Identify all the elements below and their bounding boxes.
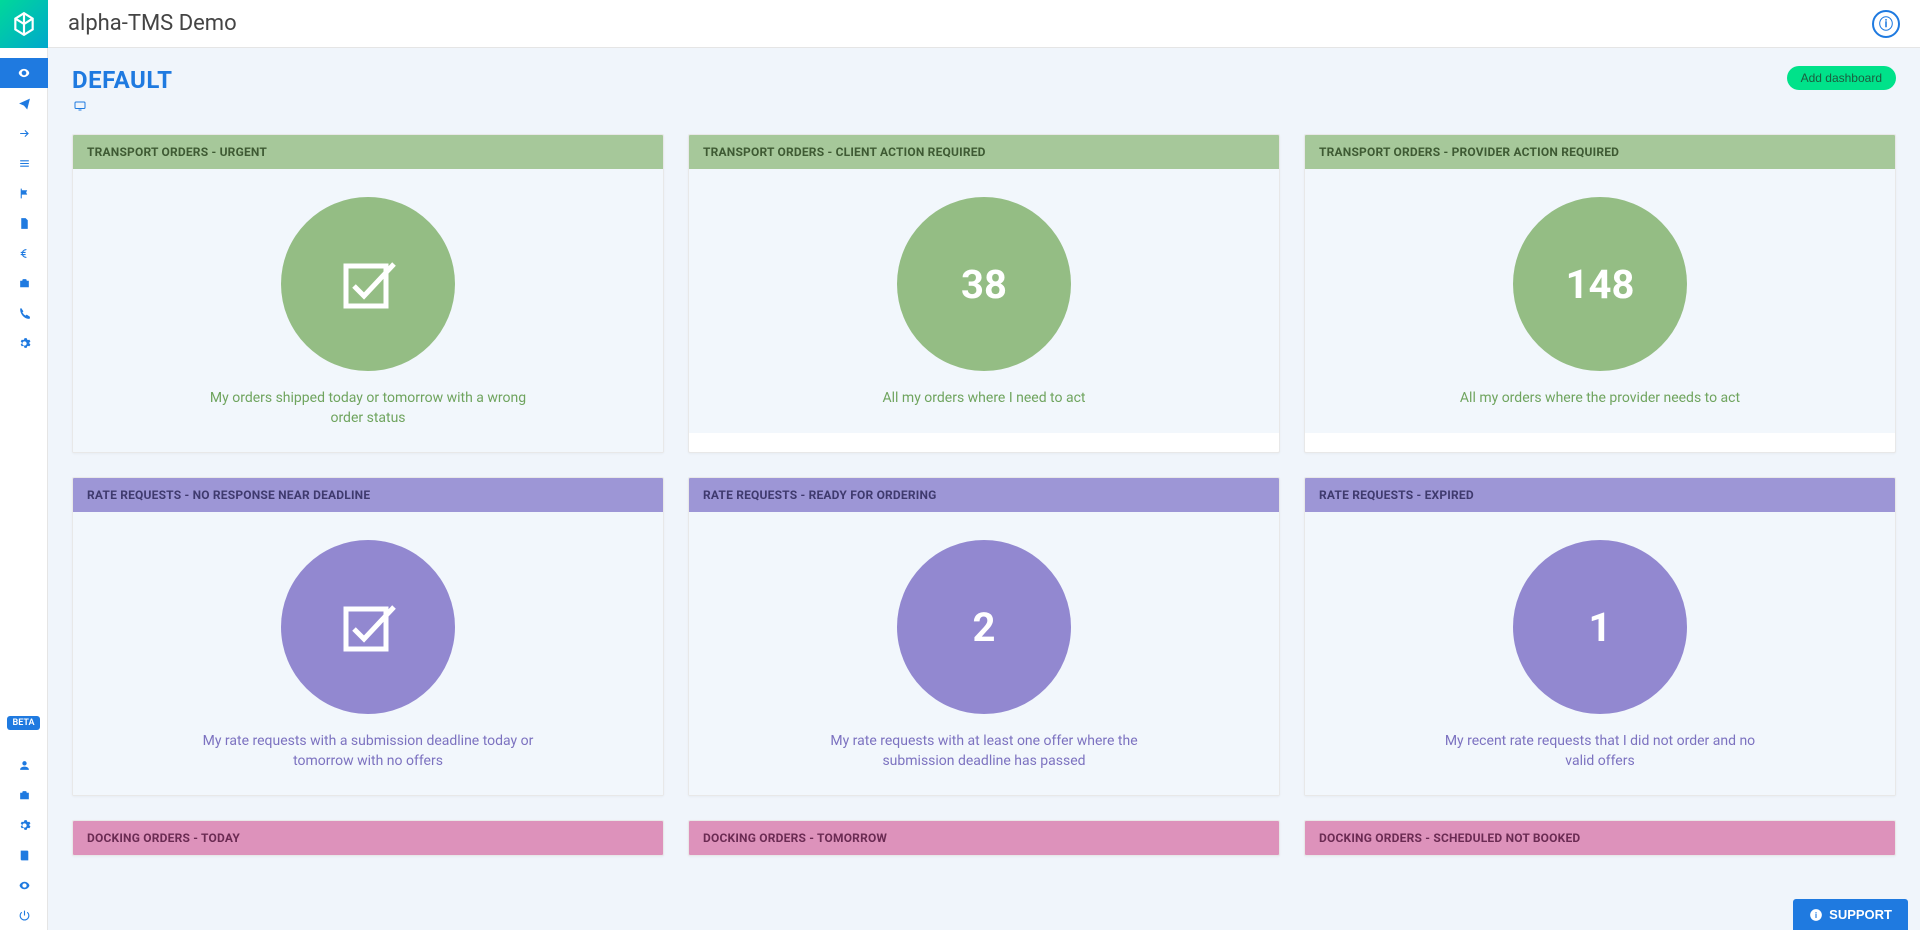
topbar: alpha-TMS Demo ⓘ	[48, 0, 1920, 48]
dashboard-card[interactable]: TRANSPORT ORDERS - CLIENT ACTION REQUIRE…	[688, 134, 1280, 453]
dashboard-card[interactable]: RATE REQUESTS - READY FOR ORDERING 2 My …	[688, 477, 1280, 796]
power-icon	[18, 909, 31, 922]
paper-plane-icon	[18, 97, 31, 110]
sidebar-item-eye2[interactable]	[0, 870, 48, 900]
sidebar-item-send[interactable]	[0, 88, 48, 118]
dashboard-card[interactable]: DOCKING ORDERS - TOMORROW	[688, 820, 1280, 856]
page-title: DEFAULT	[72, 66, 173, 94]
beta-badge: BETA	[7, 716, 41, 730]
phone-icon	[18, 307, 31, 320]
sidebar-nav-bottom	[0, 750, 47, 930]
sidebar-item-phone[interactable]	[0, 298, 48, 328]
sidebar-nav-top	[0, 58, 47, 358]
tv-icon[interactable]	[72, 100, 173, 116]
sidebar-item-power[interactable]	[0, 900, 48, 930]
card-value: 2	[973, 604, 996, 651]
sidebar: BETA	[0, 0, 48, 930]
file-icon	[18, 217, 31, 230]
logo-cube-icon	[11, 11, 37, 37]
sidebar-item-briefcase2[interactable]	[0, 780, 48, 810]
user-icon	[18, 759, 31, 772]
dashboard-card[interactable]: RATE REQUESTS - EXPIRED 1 My recent rate…	[1304, 477, 1896, 796]
sidebar-item-flag[interactable]	[0, 178, 48, 208]
sidebar-item-euro[interactable]	[0, 238, 48, 268]
card-header: DOCKING ORDERS - SCHEDULED NOT BOOKED	[1305, 821, 1895, 855]
svg-text:i: i	[1815, 910, 1817, 919]
content: DEFAULT Add dashboard TRANSPORT ORDERS -…	[48, 48, 1920, 880]
card-header: RATE REQUESTS - READY FOR ORDERING	[689, 478, 1279, 512]
info-icon: ⓘ	[1879, 14, 1893, 34]
support-button[interactable]: i SUPPORT	[1793, 899, 1908, 930]
briefcase-icon	[18, 789, 31, 802]
list-icon	[18, 157, 31, 170]
card-description: My rate requests with at least one offer…	[814, 732, 1154, 771]
add-dashboard-button[interactable]: Add dashboard	[1787, 66, 1896, 90]
card-circle: 148	[1513, 197, 1687, 371]
euro-icon	[18, 247, 31, 260]
card-header: DOCKING ORDERS - TOMORROW	[689, 821, 1279, 855]
card-circle	[281, 540, 455, 714]
card-circle: 38	[897, 197, 1071, 371]
main: alpha-TMS Demo ⓘ DEFAULT Add dashboard T…	[48, 0, 1920, 930]
card-header: TRANSPORT ORDERS - URGENT	[73, 135, 663, 169]
info-button[interactable]: ⓘ	[1872, 10, 1900, 38]
page-header: DEFAULT Add dashboard	[72, 66, 1896, 116]
card-header: TRANSPORT ORDERS - PROVIDER ACTION REQUI…	[1305, 135, 1895, 169]
dashboard-card[interactable]: DOCKING ORDERS - TODAY	[72, 820, 664, 856]
card-circle	[281, 197, 455, 371]
info-circle-icon: i	[1809, 908, 1823, 922]
sidebar-item-arrow[interactable]	[0, 118, 48, 148]
card-value: 1	[1589, 604, 1612, 651]
sidebar-item-user[interactable]	[0, 750, 48, 780]
dashboard-card[interactable]: TRANSPORT ORDERS - PROVIDER ACTION REQUI…	[1304, 134, 1896, 453]
app-logo[interactable]	[0, 0, 48, 48]
flag-icon	[18, 187, 31, 200]
card-description: My recent rate requests that I did not o…	[1430, 732, 1770, 771]
app-title: alpha-TMS Demo	[68, 11, 237, 36]
sidebar-item-file[interactable]	[0, 208, 48, 238]
card-description: My orders shipped today or tomorrow with…	[198, 389, 538, 428]
sidebar-item-list[interactable]	[0, 148, 48, 178]
cards-grid: TRANSPORT ORDERS - URGENT My orders ship…	[72, 134, 1896, 856]
card-description: All my orders where the provider needs t…	[1430, 389, 1770, 409]
card-value: 148	[1566, 261, 1635, 308]
eye-icon	[17, 66, 31, 80]
dashboard-card[interactable]: RATE REQUESTS - NO RESPONSE NEAR DEADLIN…	[72, 477, 664, 796]
sidebar-item-book[interactable]	[0, 840, 48, 870]
sidebar-item-gear2[interactable]	[0, 810, 48, 840]
support-label: SUPPORT	[1829, 907, 1892, 922]
book-icon	[18, 849, 31, 862]
dashboard-card[interactable]: DOCKING ORDERS - SCHEDULED NOT BOOKED	[1304, 820, 1896, 856]
card-value: 38	[961, 261, 1007, 308]
gear-icon	[18, 819, 31, 832]
card-circle: 2	[897, 540, 1071, 714]
card-header: DOCKING ORDERS - TODAY	[73, 821, 663, 855]
card-header: TRANSPORT ORDERS - CLIENT ACTION REQUIRE…	[689, 135, 1279, 169]
sidebar-item-dashboard[interactable]	[0, 58, 48, 88]
card-header: RATE REQUESTS - NO RESPONSE NEAR DEADLIN…	[73, 478, 663, 512]
card-description: My rate requests with a submission deadl…	[198, 732, 538, 771]
sidebar-item-briefcase[interactable]	[0, 268, 48, 298]
briefcase-icon	[18, 277, 31, 290]
sidebar-item-gear[interactable]	[0, 328, 48, 358]
eye-icon	[18, 879, 31, 892]
card-circle: 1	[1513, 540, 1687, 714]
dashboard-card[interactable]: TRANSPORT ORDERS - URGENT My orders ship…	[72, 134, 664, 453]
arrow-right-icon	[18, 127, 31, 140]
gear-icon	[18, 337, 31, 350]
card-description: All my orders where I need to act	[814, 389, 1154, 409]
card-header: RATE REQUESTS - EXPIRED	[1305, 478, 1895, 512]
